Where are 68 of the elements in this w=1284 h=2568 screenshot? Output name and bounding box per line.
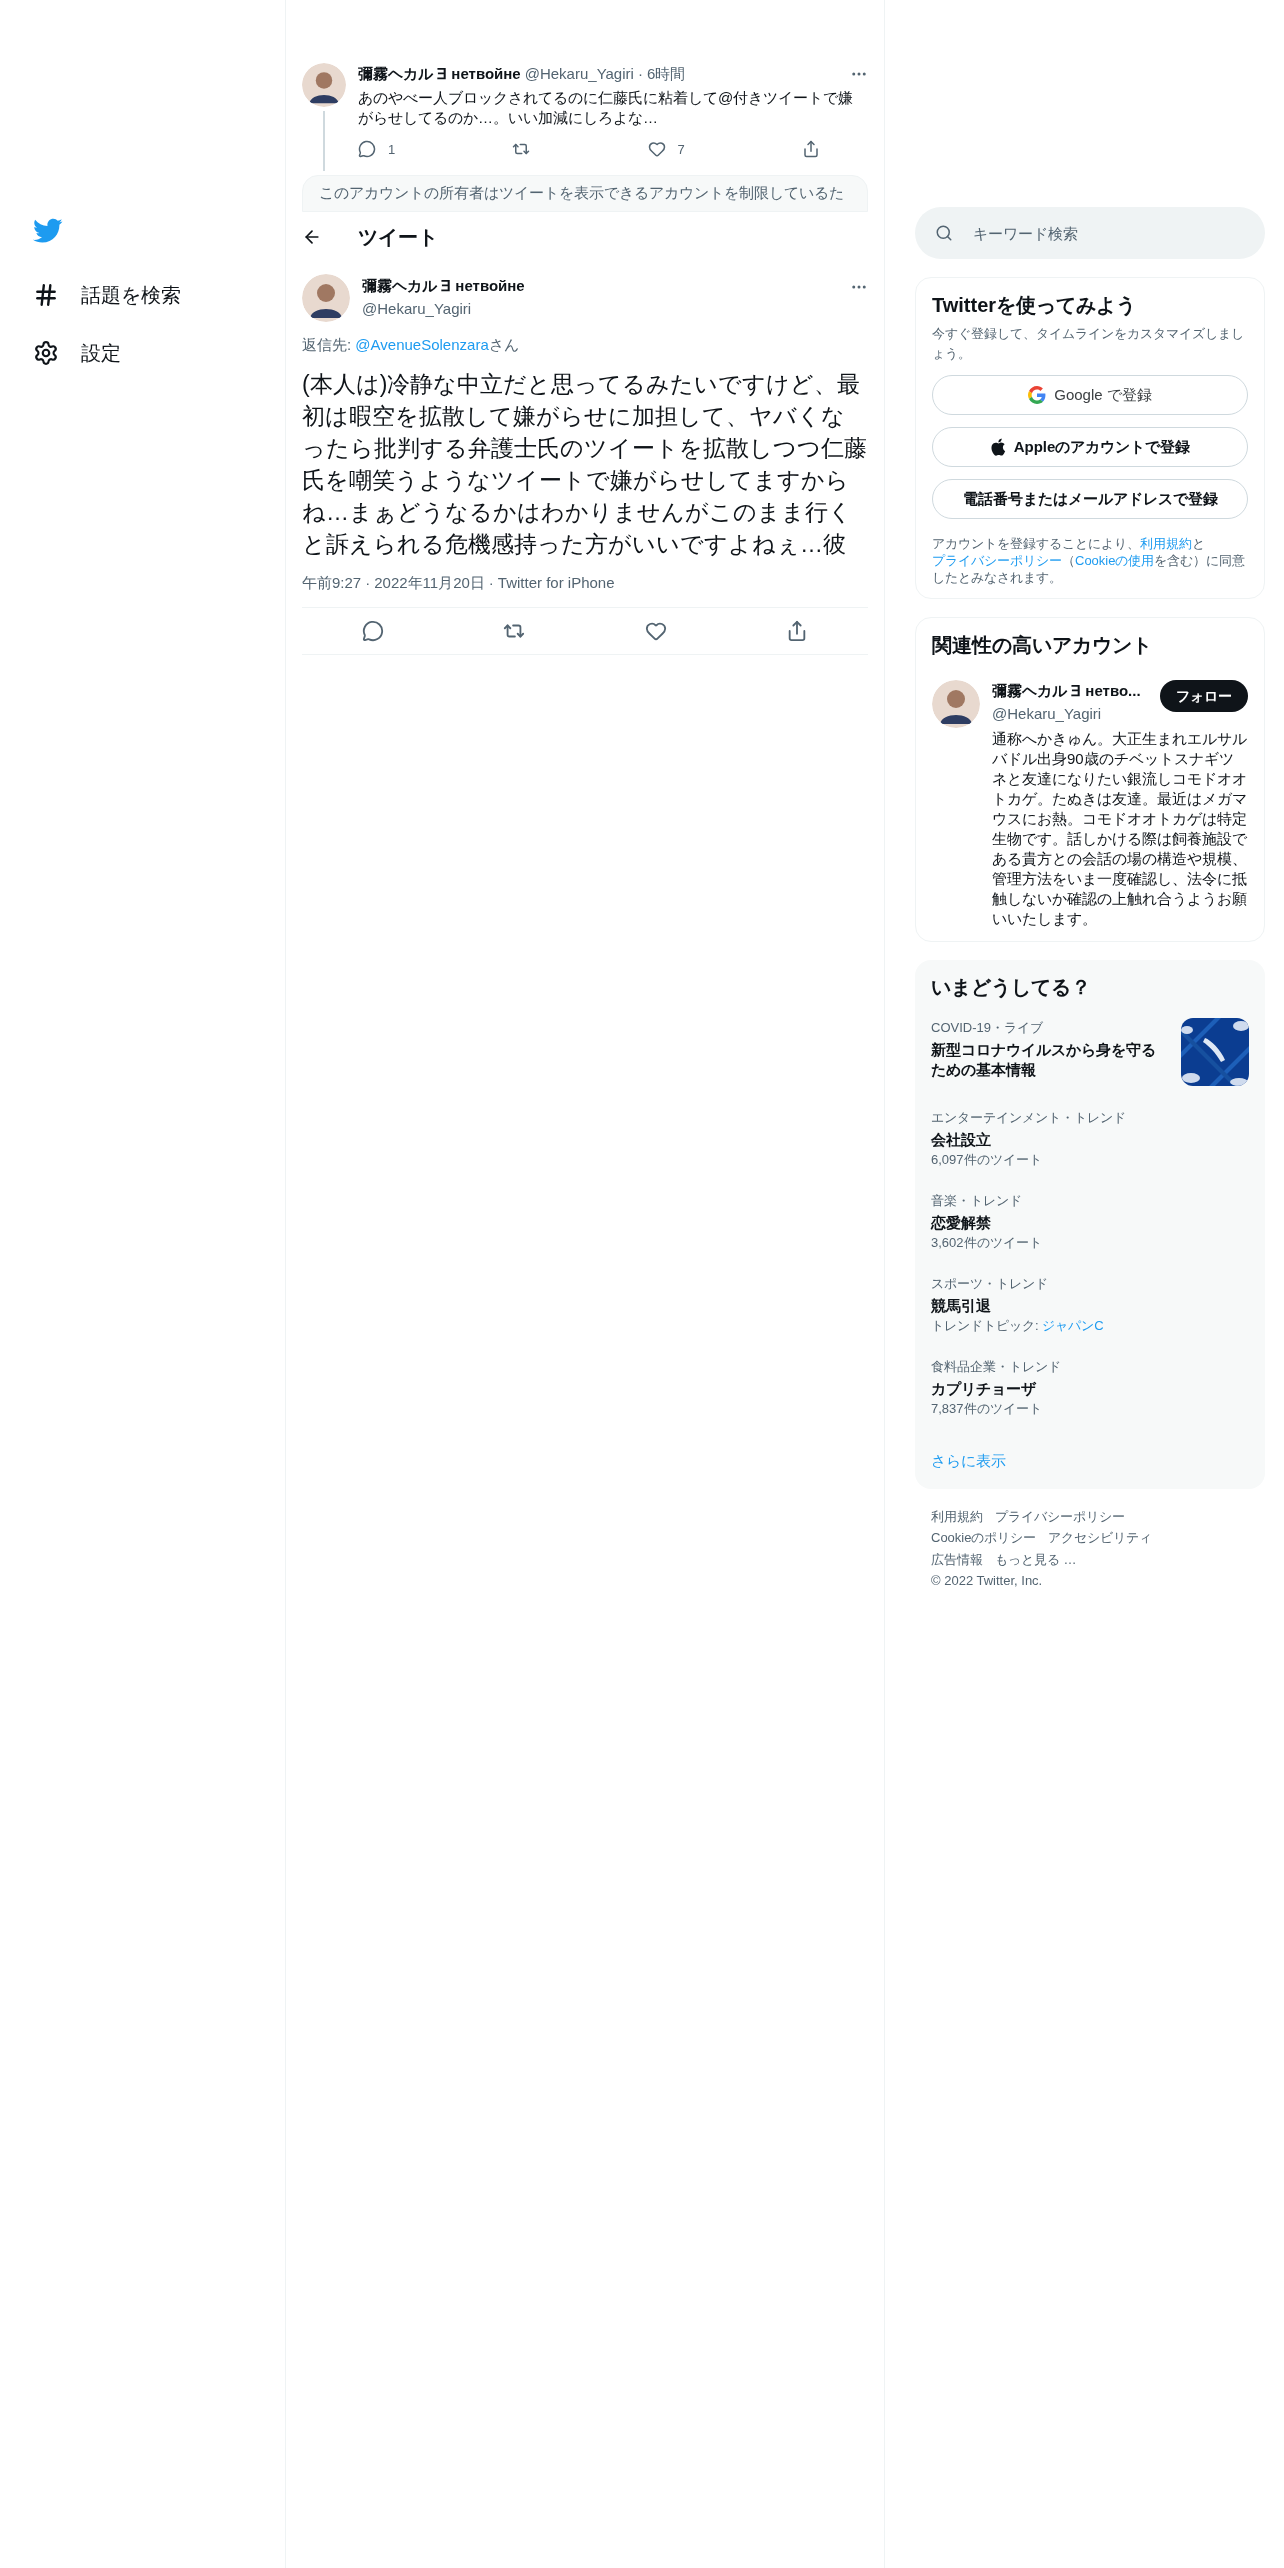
author-handle: @Hekaru_Yagiri <box>524 64 634 84</box>
trend-item[interactable]: スポーツ・トレンド 競馬引退 トレンドトピック: ジャパンC <box>931 1274 1249 1335</box>
footer-link[interactable]: 広告情報 <box>931 1549 983 1569</box>
trend-category: 食料品企業・トレンド <box>931 1358 1062 1376</box>
reply-to-suffix: さん <box>488 334 519 355</box>
dot-separator: · <box>365 573 371 593</box>
trend-item[interactable]: エンターテインメント・トレンド 会社設立 6,097件のツイート <box>931 1108 1249 1169</box>
trend-category: スポーツ・トレンド <box>931 1275 1049 1293</box>
author-name: 彌霧ヘカル ∃ нетвойне <box>362 276 526 296</box>
footer-link[interactable]: Cookieのポリシー <box>931 1528 1037 1548</box>
account-handle: @Hekaru_Yagiri <box>992 703 1103 724</box>
notice-text: このアカウントの所有者はツイートを表示できるアカウントを制限しているた <box>319 183 845 203</box>
search-icon <box>935 224 953 242</box>
copyright: © 2022 Twitter, Inc. <box>931 1572 1043 1590</box>
tweet-count: 7,837件のツイート <box>931 1399 1043 1418</box>
tweet-time: 6時間 <box>646 64 686 84</box>
card-title: 関連性の高いアカウント <box>932 633 1153 658</box>
avatar[interactable] <box>302 63 346 107</box>
reply-to-label: 返信先: <box>302 334 353 355</box>
dot-separator: · <box>637 64 643 84</box>
signup-terms: アカウントを登録することにより、利用規約 と プライバシーポリシー（Cookieの使用を含む）に同意したとみなされます。 <box>931 535 1247 586</box>
trend-category: 音楽・トレンド <box>931 1192 1023 1210</box>
card-subtitle: 今すぐ登録して、タイムラインをカスタマイズしましょう。 <box>931 325 1245 363</box>
trend-title: 競馬引退 <box>931 1295 992 1316</box>
footer-link[interactable]: もっと見る … <box>995 1549 1077 1569</box>
tweet-time: 午前9:27 <box>302 573 362 593</box>
footer-link[interactable]: アクセシビリティ <box>1048 1528 1153 1548</box>
google-logo-icon <box>1028 386 1047 404</box>
reply-button[interactable]: 1 <box>358 139 396 159</box>
trend-topic-label: トレンドトピック: <box>931 1316 1040 1335</box>
trend-category: エンターテインメント・トレンド <box>931 1109 1127 1127</box>
bird-logo-icon[interactable] <box>33 218 63 244</box>
settings-icon <box>33 340 59 366</box>
tweet-text: あのやべー人ブロックされてるのに仁藤氏に粘着して@付きツイートで嫌がらせしてるのか…。いい加減にしろよな… <box>358 87 855 128</box>
trend-title: 会社設立 <box>931 1129 992 1150</box>
trend-item[interactable]: 食料品企業・トレンド カプリチョーザ 7,837件のツイート <box>931 1357 1249 1418</box>
reply-button[interactable] <box>361 619 384 642</box>
footer-link[interactable]: プライバシーポリシー <box>995 1506 1125 1526</box>
like-button[interactable]: 7 <box>647 139 685 159</box>
author-handle: @Hekaru_Yagiri <box>362 298 473 319</box>
tweet-date: 2022年11月20日 <box>374 573 485 593</box>
avatar[interactable] <box>302 273 350 322</box>
trend-category: COVID-19・ライブ <box>931 1019 1044 1037</box>
nav-item[interactable]: 設定 <box>33 324 285 382</box>
tweet-count: 6,097件のツイート <box>931 1150 1043 1169</box>
share-button[interactable] <box>802 139 820 159</box>
trend-item[interactable]: COVID-19・ライブ 新型コロナウイルスから身を守るための基本情報 <box>931 1018 1249 1086</box>
footer-link[interactable]: 利用規約 <box>931 1506 983 1526</box>
trend-title: カプリチョーザ <box>931 1378 1037 1399</box>
dot-separator: · <box>488 573 494 593</box>
trend-title: 新型コロナウイルスから身を守るための基本情報 <box>931 1039 1157 1080</box>
hashtag-icon <box>33 282 59 308</box>
author-name: 彌霧ヘカル ∃ нетвойне <box>358 64 521 84</box>
card-title: Twitterを使ってみよう <box>931 293 1138 318</box>
tweet-count: 3,602件のツイート <box>931 1233 1043 1252</box>
avatar[interactable] <box>932 680 980 728</box>
tweet-body: (本人は)冷静な中立だと思ってるみたいですけど、最初は暇空を拡散して嫌がらせに加担して、ヤバくなったら批判する弁護士氏のツイートを拡散しつつ仁藤氏を嘲笑うようなツイートで嫌がらせしてますからね…まぁどうなるかはわかりませんがこのまま行くと訴えられる危機感持った方がいいですよねぇ…彼 <box>302 370 868 559</box>
search-field[interactable]: キーワード検索 <box>915 207 1265 259</box>
account-bio: 通称へかきゅん。大正生まれエルサルバドル出身90歳のチベットスナギツネと友達になりたい銀流しコモドオオトカゲ。たぬきは友達。最近はメガマウスにお熱。コモドオオトカゲは特定生物です。話しかける際は飼養施設である貴方との会話の場の構造や規模、管理方法をいま一度確認し、法令に抵触しないか確認の上触れ合うようお願いいたします。 <box>992 729 1248 929</box>
tweet-source[interactable]: Twitter for iPhone <box>497 572 615 595</box>
header-title: ツイート <box>358 224 438 250</box>
trend-title: 恋愛解禁 <box>931 1212 992 1233</box>
trend-item[interactable]: 音楽・トレンド 恋愛解禁 3,602件のツイート <box>931 1191 1249 1252</box>
apple-logo-icon <box>989 438 1006 456</box>
nav-item[interactable]: 話題を検索 <box>33 266 285 324</box>
follow-button[interactable]: フォロー <box>1160 680 1248 712</box>
card-title: いまどうしてる？ <box>931 975 1092 1000</box>
account-name: 彌霧ヘカル ∃ нетво... <box>992 681 1142 701</box>
